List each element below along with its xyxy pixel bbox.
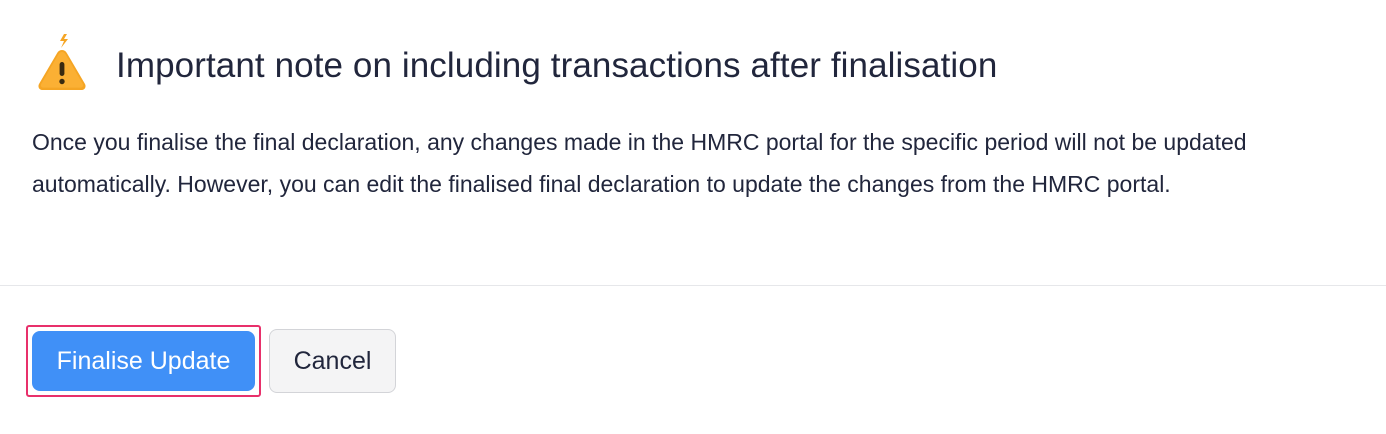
finalise-update-button[interactable]: Finalise Update bbox=[32, 331, 255, 391]
dialog-footer: Finalise Update Cancel bbox=[26, 325, 396, 397]
warning-triangle-icon bbox=[38, 34, 86, 90]
footer-divider bbox=[0, 285, 1386, 286]
dialog-title: Important note on including transactions… bbox=[116, 46, 998, 85]
dialog-header: Important note on including transactions… bbox=[34, 30, 997, 94]
focus-highlight: Finalise Update bbox=[26, 325, 261, 397]
confirmation-dialog: Important note on including transactions… bbox=[0, 0, 1386, 434]
cancel-button[interactable]: Cancel bbox=[269, 329, 396, 393]
dialog-message: Once you finalise the final declaration,… bbox=[32, 129, 1247, 197]
